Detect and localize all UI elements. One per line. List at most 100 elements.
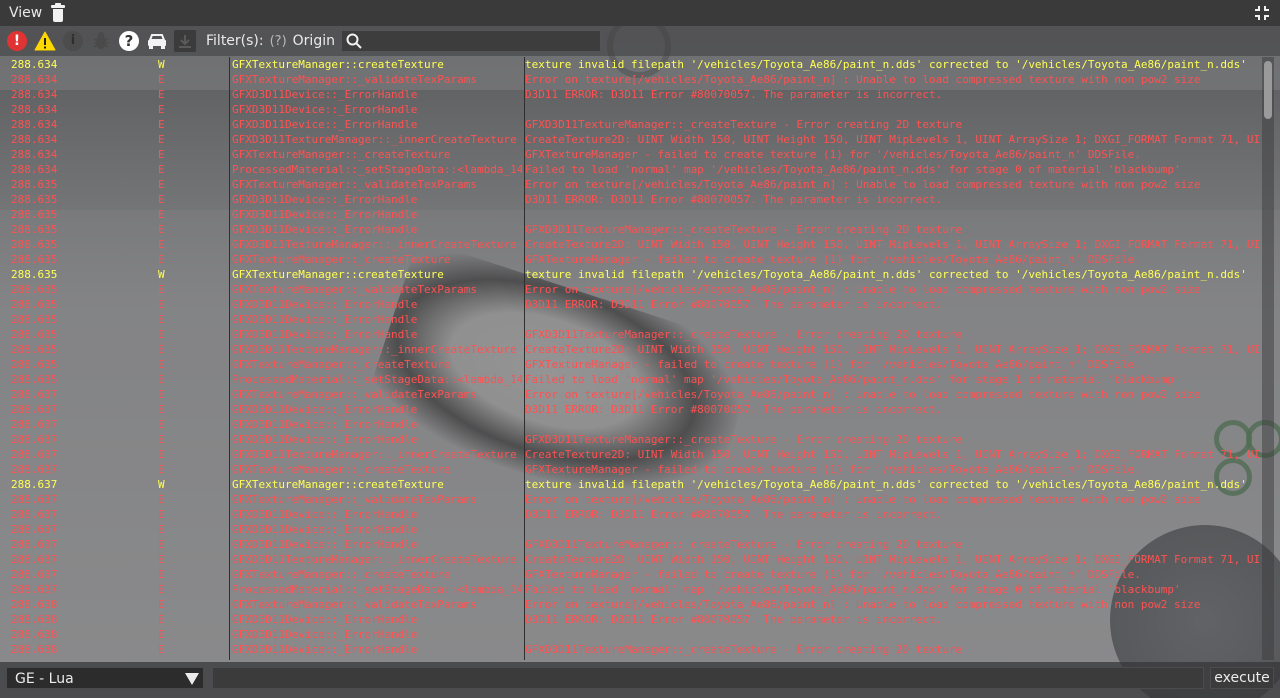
log-origin: GFXD3D11Device::_ErrorHandle <box>232 418 418 431</box>
log-row[interactable]: 288.634 W GFXTextureManager::createTexture… <box>6 57 1260 72</box>
debug-filter-button[interactable] <box>90 30 112 52</box>
log-origin: GFXTextureManager::createTexture <box>232 268 444 281</box>
collapse-icon[interactable] <box>1254 5 1270 21</box>
log-time: 288.635 <box>11 358 58 371</box>
origin-label: Origin <box>292 33 335 49</box>
context-select-value: GE - Lua <box>15 671 74 687</box>
log-message: texture invalid filepath '/vehicles/Toyo… <box>525 58 1247 71</box>
log-scrollbar[interactable] <box>1262 57 1274 660</box>
help-icon: ? <box>119 31 139 51</box>
log-row[interactable]: 288.635 E GFXD3D11Device::_ErrorHandle GFXD… <box>6 222 1260 237</box>
log-message: GFXD3D11TextureManager::_createTexture -… <box>525 328 963 341</box>
log-time: 288.635 <box>11 313 58 326</box>
log-origin: GFXD3D11Device::_ErrorHandle <box>232 118 418 131</box>
log-level: E <box>158 178 165 191</box>
vehicle-filter-button[interactable] <box>146 30 168 52</box>
log-row[interactable]: 288.635 E GFXTextureManager::_validateTexP… <box>6 282 1260 297</box>
log-row[interactable]: 288.635 W GFXTextureManager::createTexture… <box>6 267 1260 282</box>
context-select[interactable]: GE - Lua <box>6 667 204 689</box>
log-row[interactable]: 288.637 E GFXD3D11Device::_ErrorHandle D3D1… <box>6 507 1260 522</box>
log-level: E <box>158 283 165 296</box>
log-row[interactable]: 288.635 E GFXD3D11TextureManager::_innerCr… <box>6 342 1260 357</box>
command-input[interactable] <box>212 667 1204 689</box>
log-origin: GFXD3D11Device::_ErrorHandle <box>232 538 418 551</box>
log-row[interactable]: 288.638 E GFXD3D11Device::_ErrorHandle <box>6 627 1260 642</box>
log-time: 288.634 <box>11 88 58 101</box>
log-message: GFXTextureManager - failed to create tex… <box>525 568 1141 581</box>
log-row[interactable]: 288.637 E GFXD3D11TextureManager::_innerCr… <box>6 552 1260 567</box>
log-row[interactable]: 288.635 E GFXTextureManager::_createTextur… <box>6 252 1260 267</box>
log-row[interactable]: 288.637 E GFXTextureManager::_validateTexP… <box>6 387 1260 402</box>
log-time: 288.634 <box>11 148 58 161</box>
log-time: 288.634 <box>11 73 58 86</box>
log-level: E <box>158 463 165 476</box>
console-window: View ! i ? Filter(s): (?) Origin 288.634… <box>0 0 1280 698</box>
log-message: GFXTextureManager - failed to create tex… <box>525 463 1141 476</box>
log-row[interactable]: 288.634 E GFXD3D11Device::_ErrorHandle D3D1… <box>6 87 1260 102</box>
execute-button[interactable]: execute <box>1210 667 1274 689</box>
log-row[interactable]: 288.635 E GFXD3D11Device::_ErrorHandle D3D1… <box>6 192 1260 207</box>
log-time: 288.637 <box>11 508 58 521</box>
log-row[interactable]: 288.637 E GFXTextureManager::_createTextur… <box>6 462 1260 477</box>
filter-search-input[interactable] <box>340 30 601 52</box>
log-time: 288.635 <box>11 178 58 191</box>
log-origin: GFXTextureManager::_createTexture <box>232 568 451 581</box>
log-time: 288.637 <box>11 553 58 566</box>
info-filter-button[interactable]: i <box>62 30 84 52</box>
log-origin: GFXTextureManager::_validateTexParams <box>232 493 478 506</box>
log-table: 288.634W GFXTextureManager::createTexture… <box>6 57 1260 660</box>
log-row[interactable]: 288.637 E GFXD3D11Device::_ErrorHandle <box>6 522 1260 537</box>
log-origin: GFXD3D11Device::_ErrorHandle <box>232 88 418 101</box>
log-row[interactable]: 288.637 E GFXD3D11Device::_ErrorHandle GFXD… <box>6 537 1260 552</box>
log-row[interactable]: 288.634 E GFXD3D11TextureManager::_innerCr… <box>6 132 1260 147</box>
info-icon: i <box>63 31 83 51</box>
log-level: E <box>158 238 165 251</box>
log-row[interactable]: 288.634 E ProcessedMaterial::_setStageData… <box>6 162 1260 177</box>
error-filter-button[interactable]: ! <box>6 30 28 52</box>
log-time: 288.637 <box>11 463 58 476</box>
log-row[interactable]: 288.635 E GFXTextureManager::_createTextur… <box>6 357 1260 372</box>
log-row[interactable]: 288.635 E GFXD3D11Device::_ErrorHandle D3D1… <box>6 297 1260 312</box>
warning-filter-button[interactable] <box>34 30 56 52</box>
log-row[interactable]: 288.637 E GFXD3D11Device::_ErrorHandle GFXD… <box>6 432 1260 447</box>
log-level: E <box>158 358 165 371</box>
log-row[interactable]: 288.635 E GFXD3D11Device::_ErrorHandle GFXD… <box>6 327 1260 342</box>
log-row[interactable]: 288.637 E GFXTextureManager::_validateTexP… <box>6 492 1260 507</box>
filter-help-hint[interactable]: (?) <box>270 34 287 49</box>
log-origin: GFXTextureManager::_validateTexParams <box>232 178 478 191</box>
log-row[interactable]: 288.637 W GFXTextureManager::createTexture… <box>6 477 1260 492</box>
log-origin: ProcessedMaterial::_setStageData::<lambd… <box>232 373 522 386</box>
log-row[interactable]: 288.634 E GFXTextureManager::_createTextur… <box>6 147 1260 162</box>
log-origin: GFXD3D11TextureManager::_innerCreateText… <box>232 448 517 461</box>
help-button[interactable]: ? <box>118 30 140 52</box>
log-row[interactable]: 288.637 E ProcessedMaterial::_setStageData… <box>6 582 1260 597</box>
scrollbar-thumb[interactable] <box>1264 61 1272 119</box>
log-level: W <box>158 478 165 491</box>
log-row[interactable]: 288.635 E GFXD3D11Device::_ErrorHandle <box>6 207 1260 222</box>
search-icon <box>346 33 362 49</box>
log-origin: GFXD3D11Device::_ErrorHandle <box>232 643 418 656</box>
log-row[interactable]: 288.635 E ProcessedMaterial::_setStageData… <box>6 372 1260 387</box>
log-row[interactable]: 288.635 E GFXD3D11Device::_ErrorHandle <box>6 312 1260 327</box>
trash-icon[interactable] <box>51 3 66 22</box>
log-row[interactable]: 288.638 E GFXTextureManager::_validateTexP… <box>6 597 1260 612</box>
log-row[interactable]: 288.634 E GFXTextureManager::_validateTexP… <box>6 72 1260 87</box>
log-row[interactable]: 288.638 E GFXD3D11Device::_ErrorHandle D3D1… <box>6 612 1260 627</box>
log-level: E <box>158 148 165 161</box>
log-row[interactable]: 288.635 E GFXTextureManager::_validateTexP… <box>6 177 1260 192</box>
log-level: E <box>158 328 165 341</box>
log-origin: GFXD3D11Device::_ErrorHandle <box>232 523 418 536</box>
log-row[interactable]: 288.634 E GFXD3D11Device::_ErrorHandle <box>6 102 1260 117</box>
log-row[interactable]: 288.634 E GFXD3D11Device::_ErrorHandle GFXD… <box>6 117 1260 132</box>
toolbar: ! i ? Filter(s): (?) Origin <box>0 26 1280 56</box>
view-menu[interactable]: View <box>9 0 42 26</box>
log-row[interactable]: 288.637 E GFXTextureManager::_createTextur… <box>6 567 1260 582</box>
log-row[interactable]: 288.638 E GFXD3D11Device::_ErrorHandle GFXD… <box>6 642 1260 657</box>
log-row[interactable]: 288.637 E GFXD3D11Device::_ErrorHandle <box>6 417 1260 432</box>
log-row[interactable]: 288.635 E GFXD3D11TextureManager::_innerCr… <box>6 237 1260 252</box>
vehicle-icon <box>148 34 166 49</box>
log-row[interactable]: 288.637 E GFXD3D11Device::_ErrorHandle D3D1… <box>6 402 1260 417</box>
log-row[interactable]: 288.637 E GFXD3D11TextureManager::_innerCr… <box>6 447 1260 462</box>
log-message: CreateTexture2D: UINT Width 150, UINT He… <box>525 448 1260 461</box>
download-button[interactable] <box>174 30 196 52</box>
